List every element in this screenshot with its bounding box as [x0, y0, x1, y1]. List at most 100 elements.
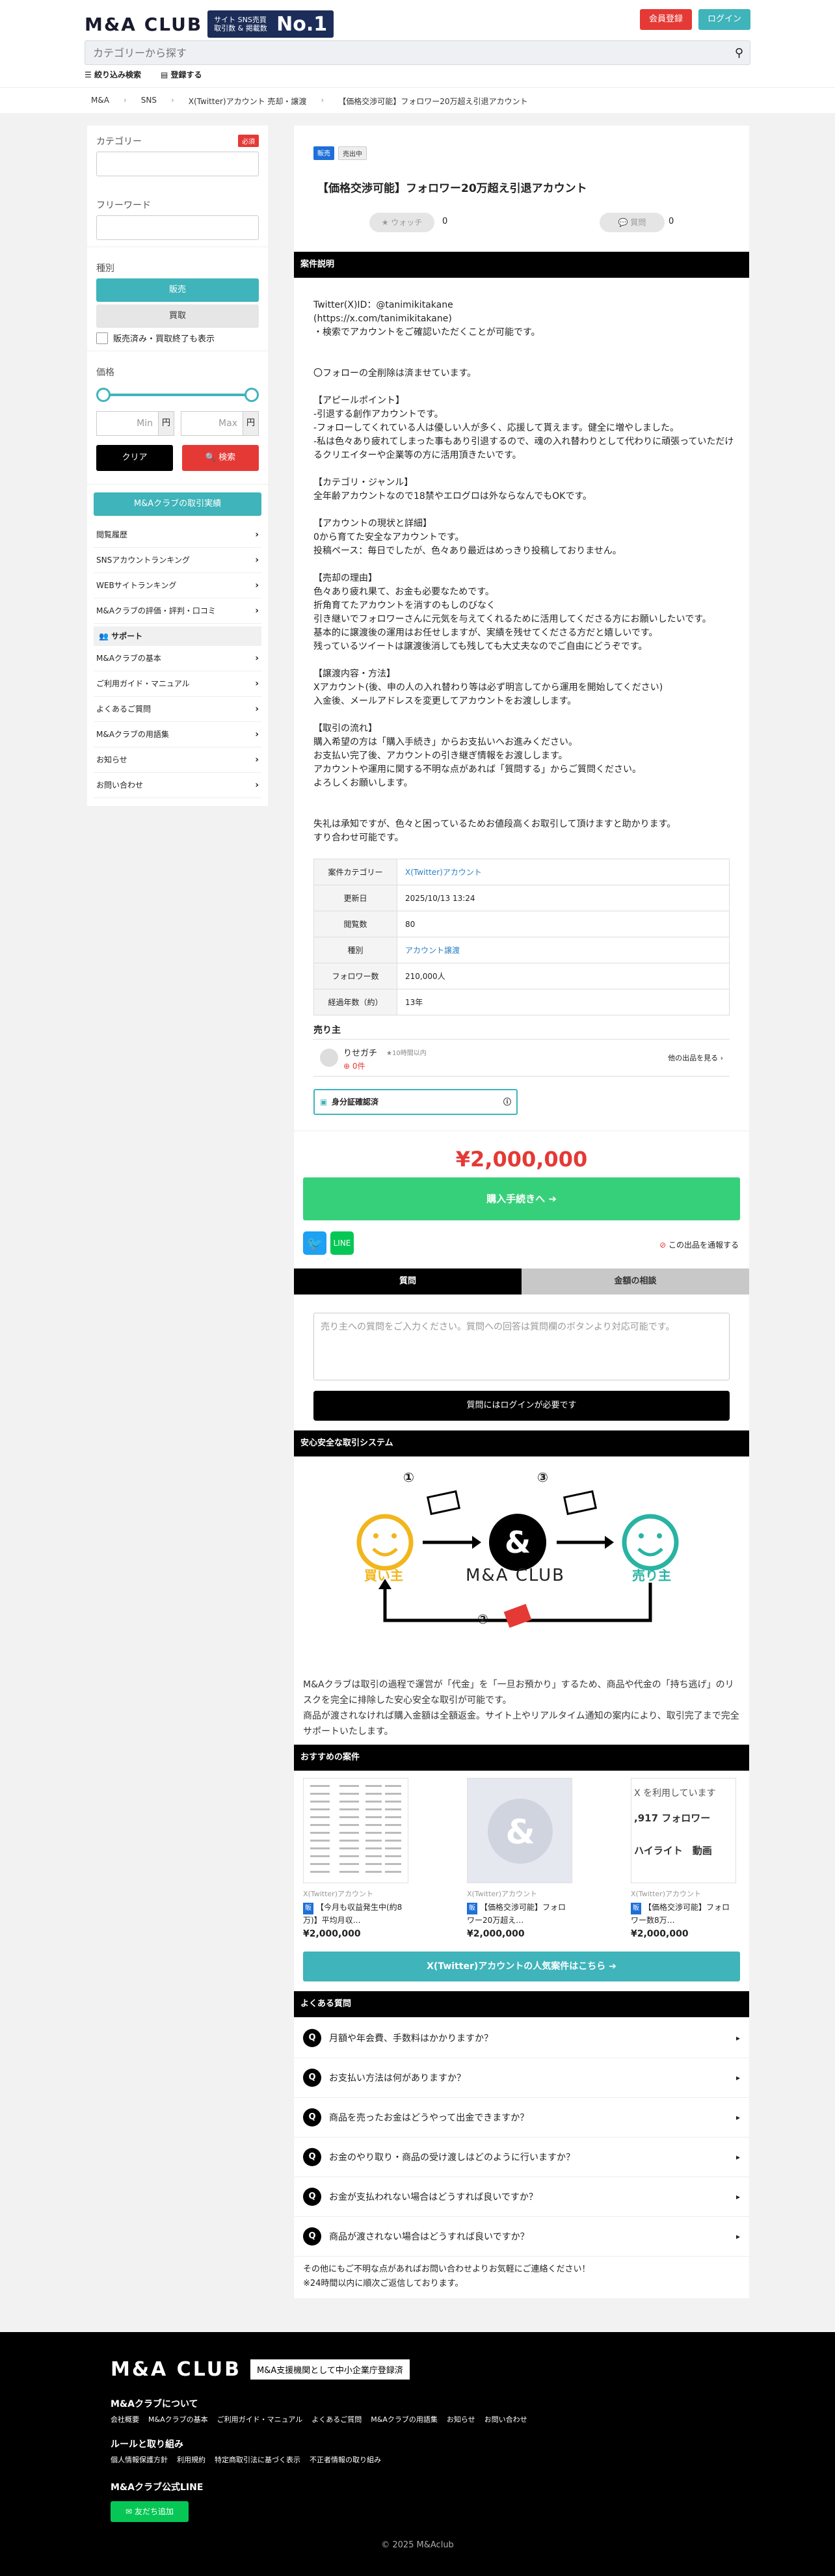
- recommend-card[interactable]: & X(Twitter)アカウント 販【価格交渉可能】フォロワー20万超え… ¥…: [467, 1778, 572, 1939]
- sidebar-item-news[interactable]: お知らせ ›: [94, 747, 261, 773]
- search-input[interactable]: [85, 41, 709, 64]
- faq-item[interactable]: Q お支払い方法は何がありますか？ ▸: [294, 2058, 749, 2098]
- line-icon: ✉: [126, 2507, 133, 2516]
- footer-line-heading: M&Aクラブ公式LINE: [111, 2482, 204, 2493]
- sidebar-item-faq[interactable]: よくあるご質問 ›: [94, 697, 261, 722]
- slider-min-handle[interactable]: [96, 388, 111, 402]
- footer-link[interactable]: 特定商取引法に基づく表示: [215, 2454, 300, 2465]
- footer-link[interactable]: M&Aクラブの基本: [148, 2414, 208, 2424]
- max-price-input[interactable]: Max: [181, 411, 243, 436]
- faq-question: 商品が渡されない場合はどうすれば良いですか？: [329, 2232, 529, 2242]
- table-row: フォロワー数 210,000人: [313, 963, 730, 989]
- spec-value-link[interactable]: アカウント譲渡: [397, 937, 730, 963]
- menu-label: 閲覧履歴: [96, 530, 128, 539]
- faq-question: お金のやり取り・商品の受け渡しはどのように行いますか？: [329, 2153, 575, 2163]
- footer-link[interactable]: よくあるご質問: [311, 2414, 362, 2424]
- show-sold-checkbox[interactable]: 販売済み・買取終了も表示: [96, 332, 259, 344]
- twitter-share-icon[interactable]: 🐦: [303, 1231, 326, 1255]
- card-thumbnail: [303, 1778, 408, 1883]
- listing-link[interactable]: ▤ 登録する: [161, 69, 202, 80]
- footer-logo[interactable]: M&A CLUB: [111, 2358, 241, 2381]
- free-word-input[interactable]: [96, 215, 259, 240]
- footer-link[interactable]: お問い合わせ: [484, 2414, 527, 2424]
- sidebar-item-sns-ranking[interactable]: SNSアカウントランキング ›: [94, 548, 261, 573]
- menu-label: M&Aクラブの用語集: [96, 730, 169, 739]
- tab-question[interactable]: 質問: [294, 1268, 522, 1295]
- checkbox-box[interactable]: [96, 332, 108, 344]
- page-title: 【価格交渉可能】フォロワー20万超え引退アカウント: [317, 182, 587, 195]
- question-submit-button[interactable]: 質問にはログインが必要です: [313, 1391, 730, 1421]
- footer-link[interactable]: 不正者情報の取り組み: [310, 2454, 381, 2465]
- site-logo[interactable]: M&A CLUB サイト SNS売買 取引数 & 掲載数 No.1: [85, 10, 334, 38]
- register-button[interactable]: 会員登録: [639, 9, 692, 30]
- q-icon: Q: [303, 2227, 321, 2246]
- card-title: 販【価格交渉可能】フォロワー数8万…: [631, 1901, 736, 1926]
- min-price-input[interactable]: Min: [96, 411, 159, 436]
- sidebar-item-basics[interactable]: M&Aクラブの基本 ›: [94, 646, 261, 671]
- line-add-friend-button[interactable]: ✉ 友だち追加: [111, 2501, 189, 2522]
- sidebar-item-web-ranking[interactable]: WEBサイトランキング ›: [94, 573, 261, 598]
- report-link[interactable]: ⊘ この出品を通報する: [659, 1239, 739, 1250]
- buy-button[interactable]: 購入手続きへ ➔: [303, 1177, 740, 1220]
- faq-item[interactable]: Q 商品が渡されない場合はどうすれば良いですか？ ▸: [294, 2217, 749, 2257]
- sidebar-item-contact[interactable]: お問い合わせ ›: [94, 773, 261, 798]
- faq-item[interactable]: Q 商品を売ったお金はどうやって出金できますか？ ▸: [294, 2098, 749, 2138]
- q-icon: Q: [303, 2148, 321, 2166]
- faq-item[interactable]: Q 月額や年会費、手数料はかかりますか？ ▸: [294, 2019, 749, 2058]
- search-button[interactable]: 🔍 検索: [182, 445, 259, 471]
- line-share-icon[interactable]: LINE: [330, 1231, 354, 1255]
- breadcrumb-item[interactable]: SNS: [141, 96, 157, 107]
- kind-label: 種別: [96, 263, 114, 274]
- seller-card[interactable]: りせガチ ★10時間以内 ⊕ 0件 他の出品を見る ›: [313, 1039, 730, 1077]
- card-title: 販【今月も収益発生中(約8万)】平均月収…: [303, 1901, 408, 1926]
- line-add-friend-label: 友だち追加: [134, 2507, 174, 2516]
- recommend-card[interactable]: X(Twitter)アカウント 販【今月も収益発生中(約8万)】平均月収… ¥2…: [303, 1778, 408, 1939]
- spec-value: 13年: [397, 989, 730, 1015]
- watch-button[interactable]: ★ ウォッチ: [369, 213, 434, 232]
- chevron-right-icon: ›: [255, 678, 259, 689]
- login-button[interactable]: ログイン: [698, 9, 750, 30]
- show-sold-label: 販売済み・買取終了も表示: [113, 334, 215, 344]
- report-label: この出品を通報する: [668, 1241, 739, 1250]
- spec-value-link[interactable]: X(Twitter)アカウント: [397, 859, 730, 885]
- filter-link[interactable]: ☰ 絞り込み検索: [85, 69, 141, 80]
- footer-link[interactable]: 利用規約: [177, 2454, 205, 2465]
- clear-button[interactable]: クリア: [96, 445, 173, 471]
- seller-more-link[interactable]: 他の出品を見る ›: [668, 1053, 723, 1063]
- card-price: ¥2,000,000: [631, 1929, 689, 1939]
- slider-max-handle[interactable]: [245, 388, 259, 402]
- breadcrumb-item[interactable]: M&A: [91, 96, 109, 107]
- tab-price-consult[interactable]: 金額の相談: [522, 1268, 749, 1295]
- kind-sell-button[interactable]: 販売: [96, 278, 259, 302]
- sidebar-item-glossary[interactable]: M&Aクラブの用語集 ›: [94, 722, 261, 747]
- sidebar-item-guide[interactable]: ご利用ガイド・マニュアル ›: [94, 671, 261, 697]
- price-label: 価格: [96, 368, 114, 378]
- footer-link[interactable]: お知らせ: [447, 2414, 475, 2424]
- recommend-card[interactable]: X を利用しています ,917 フォロワー ハイライト 動画 X(Twitter…: [631, 1778, 736, 1939]
- question-count-button[interactable]: 💬 質問: [600, 213, 665, 232]
- question-textarea[interactable]: 売り主への質問をご入力ください。質問への回答は質問欄のボタンより対応可能です。: [313, 1313, 730, 1380]
- spec-key: フォロワー数: [313, 963, 397, 989]
- price-slider[interactable]: [96, 385, 259, 405]
- breadcrumb-item[interactable]: X(Twitter)アカウント 売却・譲渡: [189, 96, 307, 107]
- kind-buy-button[interactable]: 買取: [96, 304, 259, 328]
- category-select[interactable]: [96, 152, 259, 176]
- faq-item[interactable]: Q お金が支払われない場合はどうすれば良いですか？ ▸: [294, 2177, 749, 2217]
- faq-item[interactable]: Q お金のやり取り・商品の受け渡しはどのように行いますか？ ▸: [294, 2138, 749, 2177]
- help-icon[interactable]: ⓘ: [503, 1090, 511, 1114]
- table-row: 種別 アカウント譲渡: [313, 937, 730, 963]
- footer-link[interactable]: ご利用ガイド・マニュアル: [217, 2414, 303, 2424]
- deal-results-button[interactable]: M&Aクラブの取引実績: [94, 492, 261, 516]
- support-heading: 👥 サポート: [94, 626, 261, 646]
- popular-listings-button[interactable]: X(Twitter)アカウントの人気案件はこちら ➔: [303, 1952, 740, 1981]
- chevron-right-icon: ›: [255, 580, 259, 591]
- footer-link[interactable]: 個人情報保護方針: [111, 2454, 168, 2465]
- search-icon[interactable]: ⚲: [735, 46, 743, 60]
- svg-text:&: &: [505, 1525, 531, 1560]
- footer-link[interactable]: 会社概要: [111, 2414, 139, 2424]
- footer-link[interactable]: M&Aクラブの用語集: [371, 2414, 438, 2424]
- sidebar-item-reviews[interactable]: M&Aクラブの評価・評判・口コミ ›: [94, 598, 261, 624]
- seller-label: 売り主: [632, 1568, 671, 1583]
- sidebar-item-history[interactable]: 閲覧履歴 ›: [94, 522, 261, 548]
- watch-count: 0: [442, 217, 448, 226]
